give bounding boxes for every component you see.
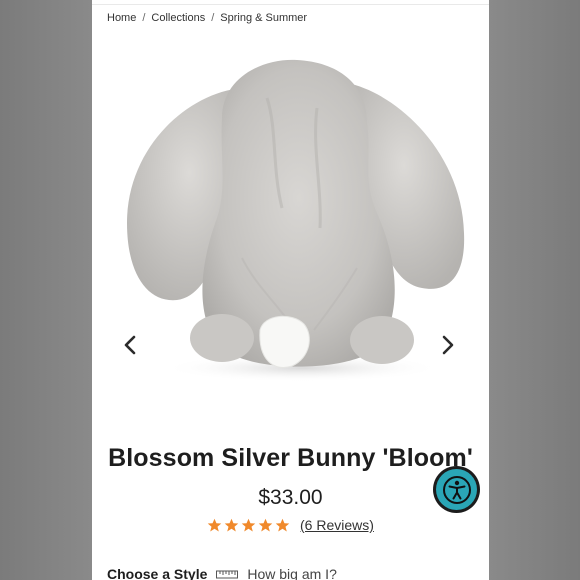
star-icon — [241, 518, 256, 531]
star-icon — [224, 518, 239, 531]
breadcrumb-separator: / — [211, 12, 215, 24]
backdrop-left — [0, 0, 92, 580]
chevron-left-icon — [124, 335, 136, 355]
breadcrumb-spring-summer[interactable]: Spring & Summer — [220, 12, 307, 24]
breadcrumb-separator: / — [142, 12, 146, 24]
breadcrumb-home[interactable]: Home — [107, 12, 136, 24]
header-divider — [92, 4, 489, 5]
chevron-right-icon — [442, 335, 454, 355]
accessibility-button[interactable] — [433, 466, 480, 513]
choose-style-label: Choose a Style — [107, 566, 208, 580]
rating-stars — [207, 518, 290, 533]
reviews-link[interactable]: (6 Reviews) — [300, 517, 374, 533]
backdrop-right — [488, 0, 580, 580]
breadcrumb: Home / Collections / Spring & Summer — [107, 12, 307, 24]
product-gallery — [92, 38, 489, 398]
product-title: Blossom Silver Bunny 'Bloom' — [108, 444, 473, 472]
size-guide-link[interactable]: How big am I? — [247, 566, 336, 580]
accessibility-icon — [442, 475, 471, 504]
style-selector-row: Choose a Style How big am I? — [107, 566, 337, 580]
previous-image-button[interactable] — [118, 333, 142, 357]
product-image — [127, 59, 465, 382]
star-icon — [275, 518, 290, 531]
product-rating: (6 Reviews) — [207, 517, 374, 533]
product-price: $33.00 — [258, 486, 323, 509]
breadcrumb-collections[interactable]: Collections — [151, 12, 205, 24]
next-image-button[interactable] — [436, 333, 460, 357]
product-page: Home / Collections / Spring & Summer Blo… — [92, 0, 489, 580]
accessibility-button-face — [436, 469, 477, 510]
star-icon — [207, 518, 222, 531]
ruler-icon — [216, 570, 239, 579]
star-icon — [258, 518, 273, 531]
